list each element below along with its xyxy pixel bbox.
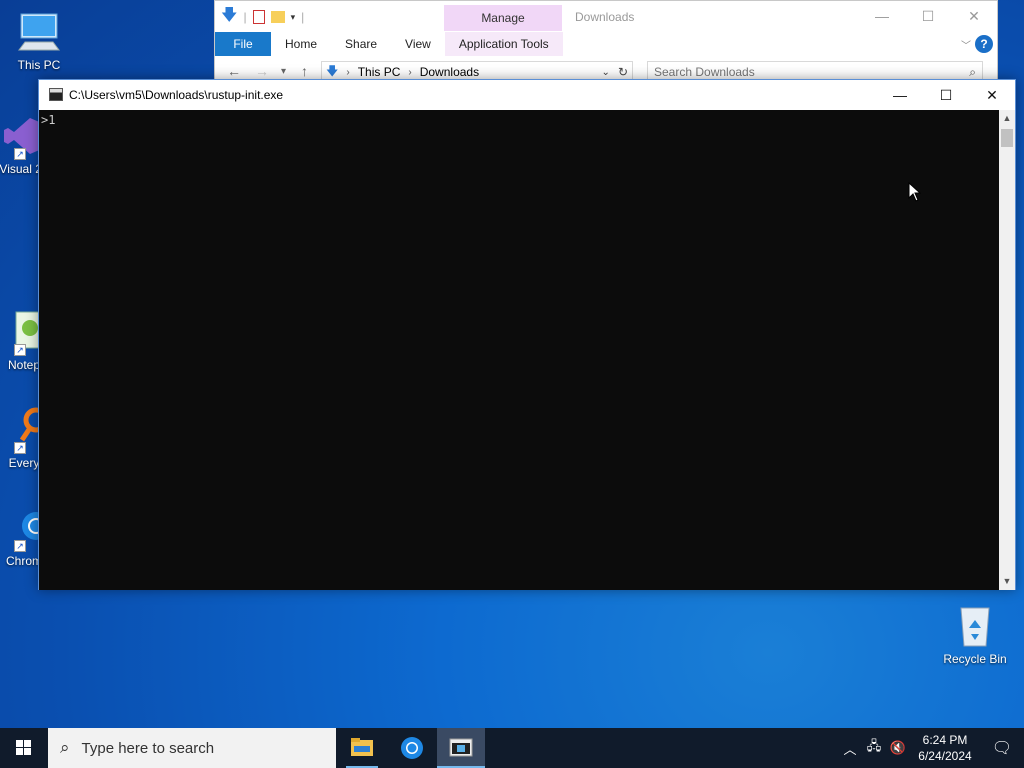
taskbar: ⌕ Type here to search ︿ 🖧 🔇 6:24 PM 6/24… [0,728,1024,768]
scrollbar-thumb[interactable] [1001,129,1013,147]
recent-locations-icon[interactable]: ▾ [281,66,286,77]
shortcut-arrow-icon: ↗ [14,344,26,356]
minimize-button[interactable]: — [859,1,905,31]
address-dropdown-icon[interactable]: ⌄ [602,67,610,78]
close-button[interactable]: ✕ [951,1,997,31]
search-icon: ⌕ [60,738,70,757]
shortcut-arrow-icon: ↗ [14,148,26,160]
download-arrow-icon[interactable]: 🡇 [221,4,237,31]
console-title: C:\Users\vm5\Downloads\rustup-init.exe [69,88,284,102]
expand-ribbon-icon[interactable]: ﹀ [961,37,971,52]
folder-icon [351,738,373,756]
console-output[interactable]: >1 [39,110,1001,590]
desktop-icon-this-pc[interactable]: This PC [1,8,77,72]
close-button[interactable]: ✕ [969,80,1015,110]
chevron-down-icon[interactable]: ▾ [291,12,296,23]
refresh-icon[interactable]: ↻ [618,65,628,79]
network-icon[interactable]: 🖧 [862,737,886,759]
mouse-cursor-icon [908,181,922,205]
console-app-icon [449,738,473,757]
back-arrow-icon[interactable]: ← [227,63,241,79]
tab-view[interactable]: View [391,32,445,56]
breadcrumb-downloads[interactable]: Downloads [420,65,479,79]
start-button[interactable] [0,728,48,768]
toolbar-divider: | [243,10,247,24]
vertical-scrollbar[interactable]: ▲ ▼ [999,110,1015,590]
up-arrow-icon[interactable]: ↑ [301,63,308,79]
taskbar-chrome[interactable] [388,728,436,768]
console-app-icon [49,88,63,101]
clock-date: 6/24/2024 [918,749,972,763]
maximize-button[interactable]: ☐ [905,1,951,31]
shortcut-arrow-icon: ↗ [14,540,26,552]
maximize-button[interactable]: ☐ [923,80,969,110]
window-controls: — ☐ ✕ [877,80,1015,110]
properties-icon[interactable] [252,10,265,24]
shortcut-arrow-icon: ↗ [14,442,26,454]
tab-share[interactable]: Share [331,32,391,56]
windows-logo-icon [16,740,31,755]
tab-file[interactable]: File [215,32,271,56]
desktop-icon-label: Recycle Bin [943,652,1007,666]
minimize-button[interactable]: — [877,80,923,110]
console-line: >1 [41,113,56,127]
window-controls: — ☐ ✕ [859,1,997,31]
breadcrumb-this-pc[interactable]: This PC [358,65,401,79]
console-titlebar[interactable]: C:\Users\vm5\Downloads\rustup-init.exe —… [39,80,1015,110]
taskbar-search-placeholder: Type here to search [81,739,215,757]
scroll-up-icon[interactable]: ▲ [999,110,1015,127]
recycle-bin-icon [951,602,999,650]
help-button[interactable]: ? [975,35,993,53]
breadcrumb-separator: › [408,66,412,78]
forward-arrow-icon[interactable]: → [255,63,269,79]
system-tray: ︿ 🖧 🔇 6:24 PM 6/24/2024 🗨 [838,728,1024,768]
notification-center-icon[interactable]: 🗨 [980,738,1024,758]
clock[interactable]: 6:24 PM 6/24/2024 [910,732,980,764]
chevron-up-icon[interactable]: ︿ [838,739,862,758]
computer-icon [15,8,63,56]
taskbar-search-input[interactable]: ⌕ Type here to search [48,728,336,768]
taskbar-console[interactable] [437,728,485,768]
new-folder-icon[interactable] [270,11,285,23]
volume-muted-icon[interactable]: 🔇 [886,740,910,756]
search-placeholder: Search Downloads [654,65,755,79]
clock-time: 6:24 PM [922,733,968,747]
desktop-icon-recycle-bin[interactable]: Recycle Bin [937,602,1013,666]
scroll-down-icon[interactable]: ▼ [999,573,1015,590]
taskbar-file-explorer[interactable] [338,728,386,768]
window-title: Downloads [575,10,635,24]
chrome-icon [401,737,423,759]
console-window[interactable]: C:\Users\vm5\Downloads\rustup-init.exe —… [38,79,1016,590]
tab-application-tools[interactable]: Application Tools [444,32,563,56]
tab-manage[interactable]: Manage [444,5,562,31]
quick-access-toolbar: 🡇 | ▾ | [221,7,304,27]
toolbar-divider: | [301,10,305,24]
tab-home[interactable]: Home [271,32,331,56]
breadcrumb-separator: › [346,66,350,78]
ribbon-tabs: File Home Share View Application Tools [215,32,563,56]
desktop-icon-label: This PC [17,58,61,72]
